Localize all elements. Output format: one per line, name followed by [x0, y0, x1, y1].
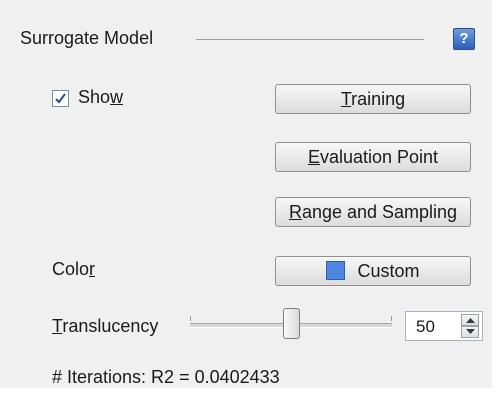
chevron-up-icon	[466, 318, 475, 323]
spin-up-button[interactable]	[461, 314, 479, 326]
custom-color-button[interactable]: Custom	[275, 256, 471, 286]
section-divider	[196, 39, 424, 40]
slider-tick	[190, 316, 191, 321]
color-label: Color	[52, 259, 96, 279]
translucency-slider-thumb[interactable]	[283, 308, 300, 339]
color-swatch	[326, 261, 346, 280]
help-icon: ?	[459, 30, 469, 47]
section-title: Surrogate Model	[20, 28, 154, 48]
show-checkbox[interactable]	[52, 90, 69, 107]
checkmark-icon	[55, 93, 66, 104]
help-button[interactable]: ?	[453, 28, 475, 50]
range-and-sampling-button[interactable]: Range and Sampling	[275, 197, 471, 227]
surrogate-model-panel: Surrogate Model ? Show Training Evaluati…	[0, 0, 492, 388]
translucency-spinbox[interactable]: 50	[405, 311, 483, 341]
evaluation-point-button[interactable]: Evaluation Point	[275, 142, 471, 172]
chevron-down-icon	[466, 329, 475, 334]
iterations-status: # Iterations: R2 = 0.0402433	[52, 367, 280, 387]
show-label[interactable]: Show	[78, 87, 123, 108]
slider-tick	[391, 316, 392, 321]
spin-down-button[interactable]	[461, 326, 479, 338]
training-button[interactable]: Training	[275, 84, 471, 114]
translucency-label: Translucency	[52, 316, 159, 336]
translucency-value[interactable]: 50	[416, 317, 435, 337]
